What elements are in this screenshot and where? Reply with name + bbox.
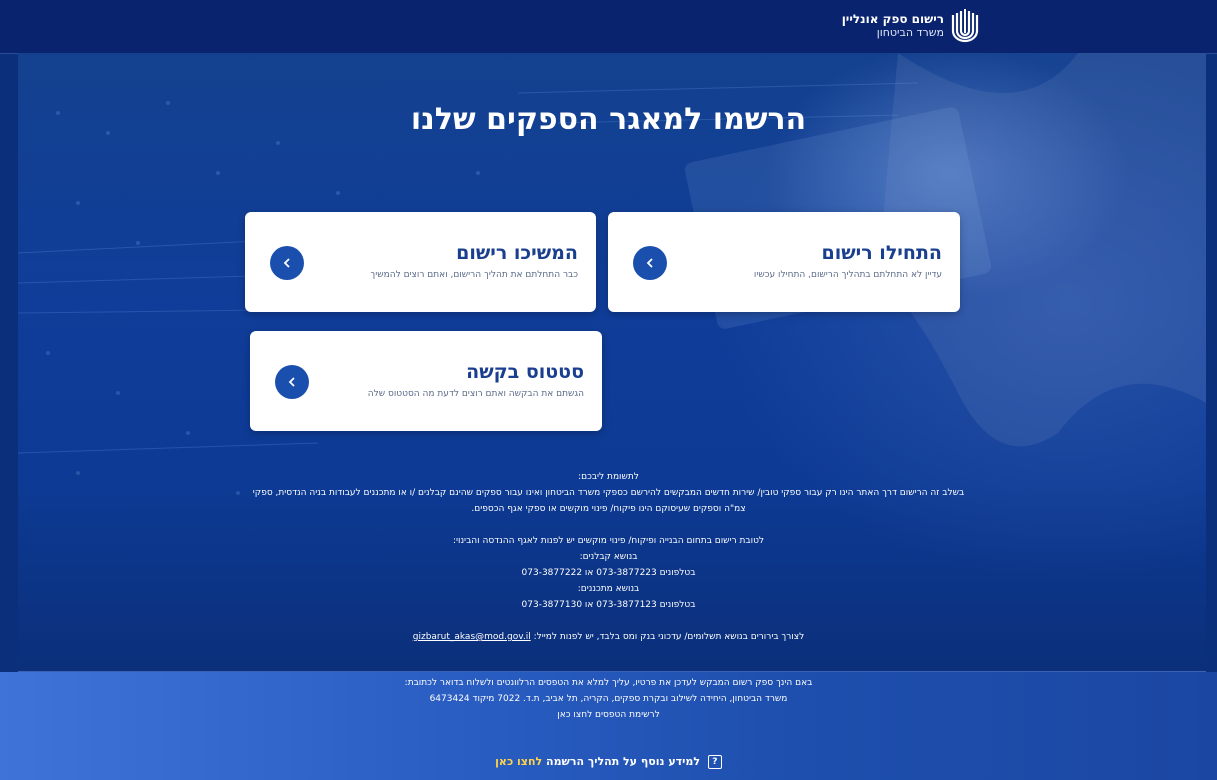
page-title: הרשמו למאגר הספקים שלנו — [410, 102, 807, 137]
question-icon: ? — [707, 755, 722, 769]
planners-label: בנושא מתכננים: — [577, 584, 640, 594]
contractors-phones: בטלפונים 073-3877223 או 073-3877222 — [521, 568, 696, 578]
card-title: סטטוס בקשה — [466, 361, 584, 383]
payments-email-link[interactable]: gizbarut_akas@mod.gov.il — [413, 632, 531, 642]
brand[interactable]: רישום ספק אונליין משרד הביטחון — [842, 9, 980, 43]
notice-section: לתשומת ליבכם: בשלב זה הרישום דרך האתר הי… — [0, 469, 1217, 645]
footer-line: משרד הביטחון, היחידה לשילוב ובקרת ספקים,… — [429, 694, 788, 704]
brand-subtitle: משרד הביטחון — [876, 26, 944, 39]
start-registration-card[interactable]: התחילו רישום עדיין לא התחלתם בתהליך הריש… — [608, 212, 960, 312]
payments-text: לצורך בירורים בנושא תשלומים/ עדכוני בנק … — [533, 632, 805, 642]
footer-line: באם הינך ספק רשום המבקש לעדכן את פרטיו, … — [404, 678, 813, 688]
contractors-label: בנושא קבלנים: — [579, 552, 638, 562]
forms-list-link[interactable]: לרשימת הטפסים לחצו כאן — [0, 707, 1217, 723]
card-description: עדיין לא התחלתם בתהליך הרישום, התחילו עכ… — [753, 270, 942, 280]
notice-heading: לתשומת ליבכם: — [578, 472, 639, 482]
chevron-left-icon — [646, 258, 653, 268]
continue-registration-card[interactable]: המשיכו רישום כבר התחלתם את תהליך הרישום,… — [245, 212, 596, 312]
payments-line: לצורך בירורים בנושא תשלומים/ עדכוני בנק … — [0, 629, 1217, 645]
notice-line: בשלב זה הרישום דרך האתר הינו רק עבור ספק… — [252, 488, 965, 498]
notice-line: צמ"ה וספקים שעיסוקם הינו פיקוח/ פינוי מו… — [471, 504, 746, 514]
ministry-emblem-icon — [951, 9, 979, 43]
card-description: כבר התחלתם את תהליך הרישום, ואתם רוצים ל… — [370, 270, 578, 280]
continue-registration-button[interactable] — [270, 246, 304, 280]
top-bar: רישום ספק אונליין משרד הביטחון — [0, 0, 1217, 54]
chevron-left-icon — [288, 377, 295, 387]
planners-phones: בטלפונים 073-3877123 או 073-3877130 — [521, 600, 696, 610]
card-title: התחילו רישום — [821, 242, 942, 264]
card-title: המשיכו רישום — [456, 242, 578, 264]
notice-line: לטובת רישום בתחום הבנייה ופיקוח/ פינוי מ… — [452, 536, 765, 546]
footer-text: באם הינך ספק רשום המבקש לעדכן את פרטיו, … — [0, 675, 1217, 723]
more-info-label: למידע נוסף על תהליך הרשמה — [546, 755, 700, 768]
brand-title: רישום ספק אונליין — [841, 12, 944, 26]
more-info-line: ? למידע נוסף על תהליך הרשמה לחצו כאן — [0, 755, 1217, 769]
chevron-left-icon — [283, 258, 290, 268]
card-description: הגשתם את הבקשה ואתם רוצים לדעת מה הסטטוס… — [367, 389, 584, 399]
more-info-link[interactable]: לחצו כאן — [495, 755, 542, 768]
start-registration-button[interactable] — [633, 246, 667, 280]
request-status-button[interactable] — [275, 365, 309, 399]
request-status-card[interactable]: סטטוס בקשה הגשתם את הבקשה ואתם רוצים לדע… — [250, 331, 602, 431]
